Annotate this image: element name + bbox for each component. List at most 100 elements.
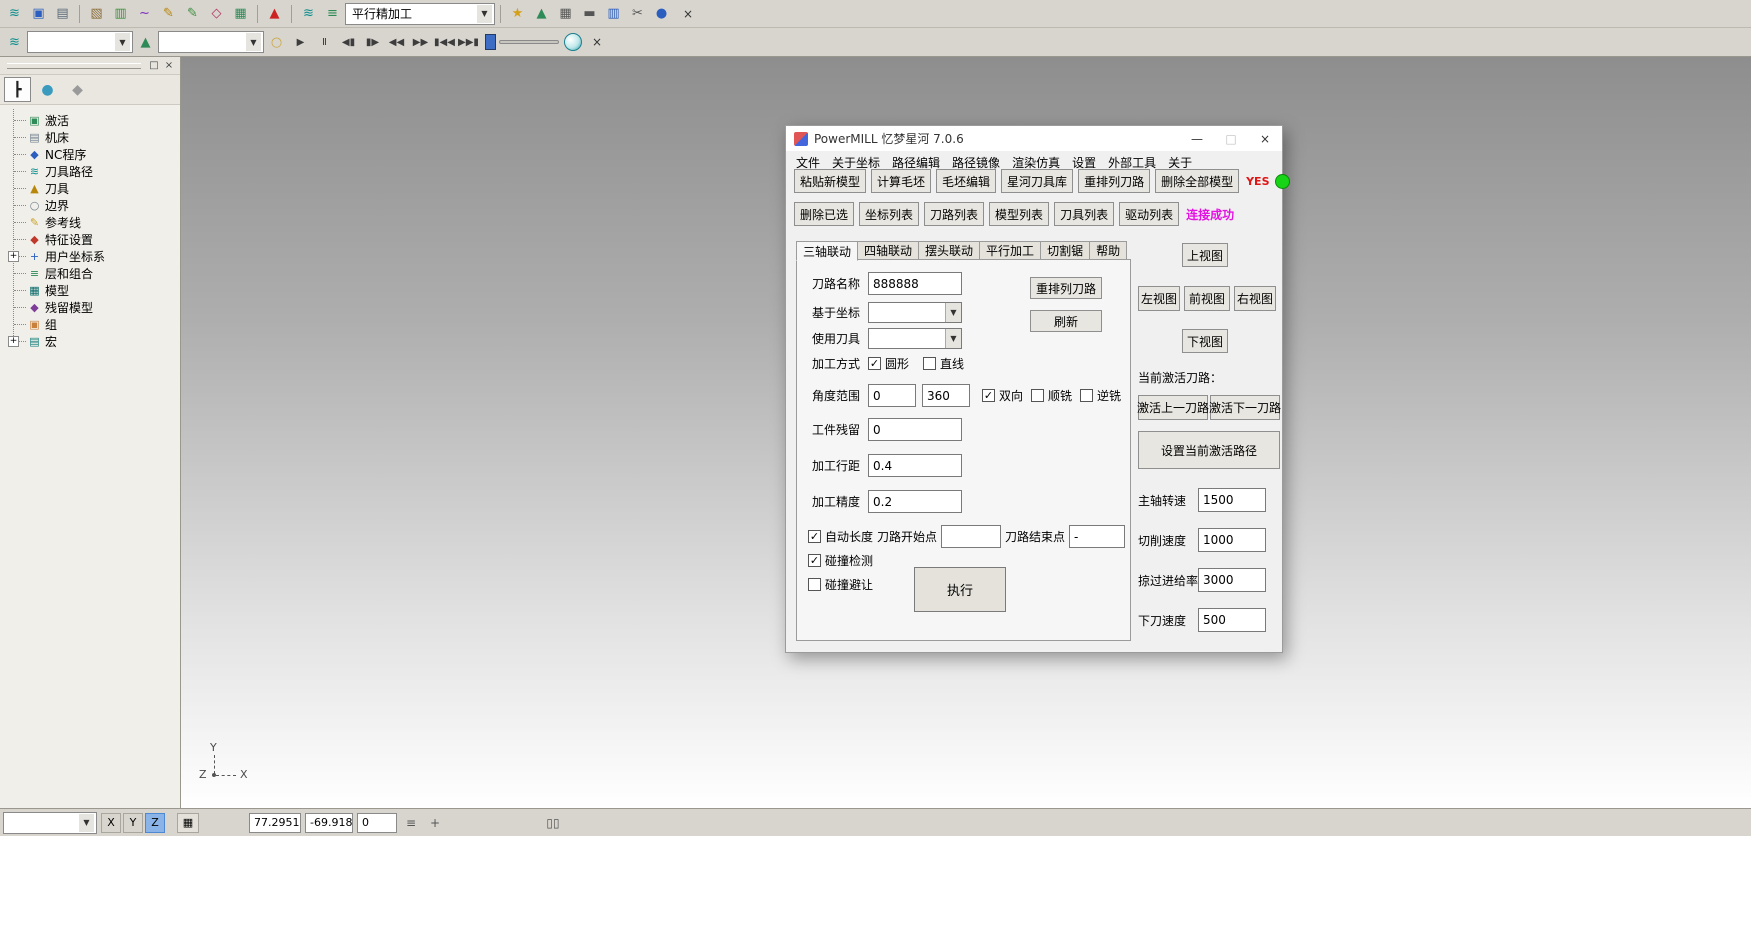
stock-remain-input[interactable]: 0	[868, 418, 962, 441]
pages-icon[interactable]: ▯▯	[543, 813, 563, 833]
start-point-input[interactable]	[941, 525, 1001, 548]
powermill-layers-icon[interactable]: ≋	[3, 2, 26, 25]
dialog-tab[interactable]: 四轴联动	[857, 241, 919, 260]
activate-prev-toolpath-button[interactable]: 激活上一刀路	[1138, 395, 1208, 420]
grid-icon[interactable]: ▦	[177, 813, 199, 833]
print-icon[interactable]: ▤	[51, 2, 74, 25]
go-end-icon[interactable]: ▶▶▮	[457, 31, 480, 54]
angle-from-input[interactable]: 0	[868, 384, 916, 407]
globe-icon[interactable]: ●	[34, 77, 61, 102]
explorer-tree-icon[interactable]: ┣	[4, 77, 31, 102]
speed-input[interactable]: 500	[1198, 608, 1266, 632]
dialog-button[interactable]: 重排列刀路	[1078, 169, 1150, 193]
dialog-button[interactable]: 删除全部模型	[1155, 169, 1239, 193]
minimize-button[interactable]: —	[1180, 126, 1214, 151]
left-view-button[interactable]: 左视图	[1138, 286, 1180, 311]
expand-icon[interactable]	[8, 336, 19, 347]
tool-red-icon[interactable]: ▲	[263, 2, 286, 25]
strategy-dropdown[interactable]: 平行精加工 ▼	[345, 3, 495, 25]
save-icon[interactable]: ▣	[27, 2, 50, 25]
tree-item-models[interactable]: ▦ 模型	[8, 282, 176, 299]
clock-icon[interactable]	[564, 33, 582, 51]
separator[interactable]	[75, 2, 84, 25]
separator[interactable]	[287, 2, 296, 25]
dialog-button[interactable]: 模型列表	[989, 202, 1049, 226]
auto-length-checkbox[interactable]: 自动长度	[808, 528, 873, 545]
menu-item[interactable]: 渲染仿真	[1006, 154, 1066, 171]
machining-mode-checkbox[interactable]: 直线	[923, 355, 964, 372]
speed-input[interactable]: 3000	[1198, 568, 1266, 592]
float-window-icon[interactable]: □	[147, 59, 161, 73]
calculator-icon[interactable]: ▦	[554, 2, 577, 25]
expand-icon[interactable]	[8, 251, 19, 262]
menu-item[interactable]: 路径编辑	[886, 154, 946, 171]
collision-check-checkbox[interactable]: 碰撞检测	[808, 552, 873, 569]
toolpath-wave-icon[interactable]: ≋	[3, 31, 26, 54]
toolbar-close-icon[interactable]: ×	[679, 5, 697, 23]
toolpath-select-dropdown[interactable]: ▼	[27, 31, 133, 53]
tree-item-boundaries[interactable]: ○ 边界	[8, 197, 176, 214]
angle-option-checkbox[interactable]: 双向	[982, 387, 1023, 404]
clipping-icon[interactable]: ✂	[626, 2, 649, 25]
dialog-button[interactable]: 驱动列表	[1119, 202, 1179, 226]
right-view-button[interactable]: 右视图	[1234, 286, 1276, 311]
tree-item-patterns[interactable]: ✎ 参考线	[8, 214, 176, 231]
dialog-button[interactable]: 坐标列表	[859, 202, 919, 226]
coord-z-input[interactable]: 0	[357, 813, 397, 833]
menu-item[interactable]: 外部工具	[1102, 154, 1162, 171]
slider-handle[interactable]	[485, 34, 496, 50]
close-icon[interactable]: ×	[162, 59, 176, 73]
front-view-button[interactable]: 前视图	[1184, 286, 1230, 311]
stats-icon[interactable]: ▥	[602, 2, 625, 25]
toolbar-close-icon[interactable]: ×	[588, 33, 606, 51]
dialog-button[interactable]: 粘贴新模型	[794, 169, 866, 193]
dialog-tab[interactable]: 平行加工	[979, 241, 1041, 260]
angle-option-checkbox[interactable]: 逆铣	[1080, 387, 1121, 404]
bottom-view-button[interactable]: 下视图	[1182, 329, 1228, 353]
tree-item-machine[interactable]: ▤ 机床	[8, 129, 176, 146]
end-point-input[interactable]: -	[1069, 525, 1125, 548]
execute-button[interactable]: 执行	[914, 567, 1006, 612]
transform-icon[interactable]: ◇	[205, 2, 228, 25]
maximize-button[interactable]: □	[1214, 126, 1248, 151]
wave-icon[interactable]: ≋	[297, 2, 320, 25]
dialog-tab[interactable]: 三轴联动	[796, 241, 858, 261]
base-coord-select[interactable]	[868, 302, 962, 323]
tree-item-levels[interactable]: ≡ 层和组合	[8, 265, 176, 282]
tool-yellow-icon[interactable]: ★	[506, 2, 529, 25]
pencil-icon[interactable]: ✎	[181, 2, 204, 25]
toolpath-curve-icon[interactable]: ~	[133, 2, 156, 25]
collision-avoid-checkbox[interactable]: 碰撞避让	[808, 576, 873, 593]
lightbulb-icon[interactable]: ○	[265, 31, 288, 54]
status-dropdown[interactable]: ▼	[3, 812, 97, 834]
tool-small-icon[interactable]: ▲	[134, 31, 157, 54]
use-tool-select[interactable]	[868, 328, 962, 349]
angle-to-input[interactable]: 360	[922, 384, 970, 407]
separator[interactable]	[253, 2, 262, 25]
menu-item[interactable]: 关于坐标	[826, 154, 886, 171]
go-start-icon[interactable]: ▮◀◀	[433, 31, 456, 54]
menu-item[interactable]: 设置	[1066, 154, 1102, 171]
simulation-speed-slider[interactable]	[485, 32, 559, 52]
dialog-button[interactable]: 删除已选	[794, 202, 854, 226]
dock-grip[interactable]	[7, 63, 141, 69]
speed-input[interactable]: 1000	[1198, 528, 1266, 552]
menu-item[interactable]: 关于	[1162, 154, 1198, 171]
flag-icon[interactable]: ▲	[530, 2, 553, 25]
play-icon[interactable]: ▶	[289, 31, 312, 54]
binoculars-icon[interactable]: ●	[650, 2, 673, 25]
coord-y-input[interactable]: -69.918	[305, 813, 353, 833]
rearrange-toolpath-button[interactable]: 重排列刀路	[1030, 277, 1102, 299]
dialog-tab[interactable]: 摆头联动	[918, 241, 980, 260]
fast-forward-icon[interactable]: ▶▶	[409, 31, 432, 54]
shield-icon[interactable]: ◆	[64, 77, 91, 102]
rewind-icon[interactable]: ◀◀	[385, 31, 408, 54]
tool-select-dropdown[interactable]: ▼	[158, 31, 264, 53]
dialog-button[interactable]: 计算毛坯	[871, 169, 931, 193]
axis-toggle-button[interactable]: Z	[145, 813, 165, 833]
tree-item-nc-programs[interactable]: ◆ NC程序	[8, 146, 176, 163]
tolerance-input[interactable]: 0.2	[868, 490, 962, 513]
set-active-path-button[interactable]: 设置当前激活路径	[1138, 431, 1280, 469]
tree-item-workplanes[interactable]: + 用户坐标系	[8, 248, 176, 265]
dialog-tab[interactable]: 帮助	[1089, 241, 1127, 260]
